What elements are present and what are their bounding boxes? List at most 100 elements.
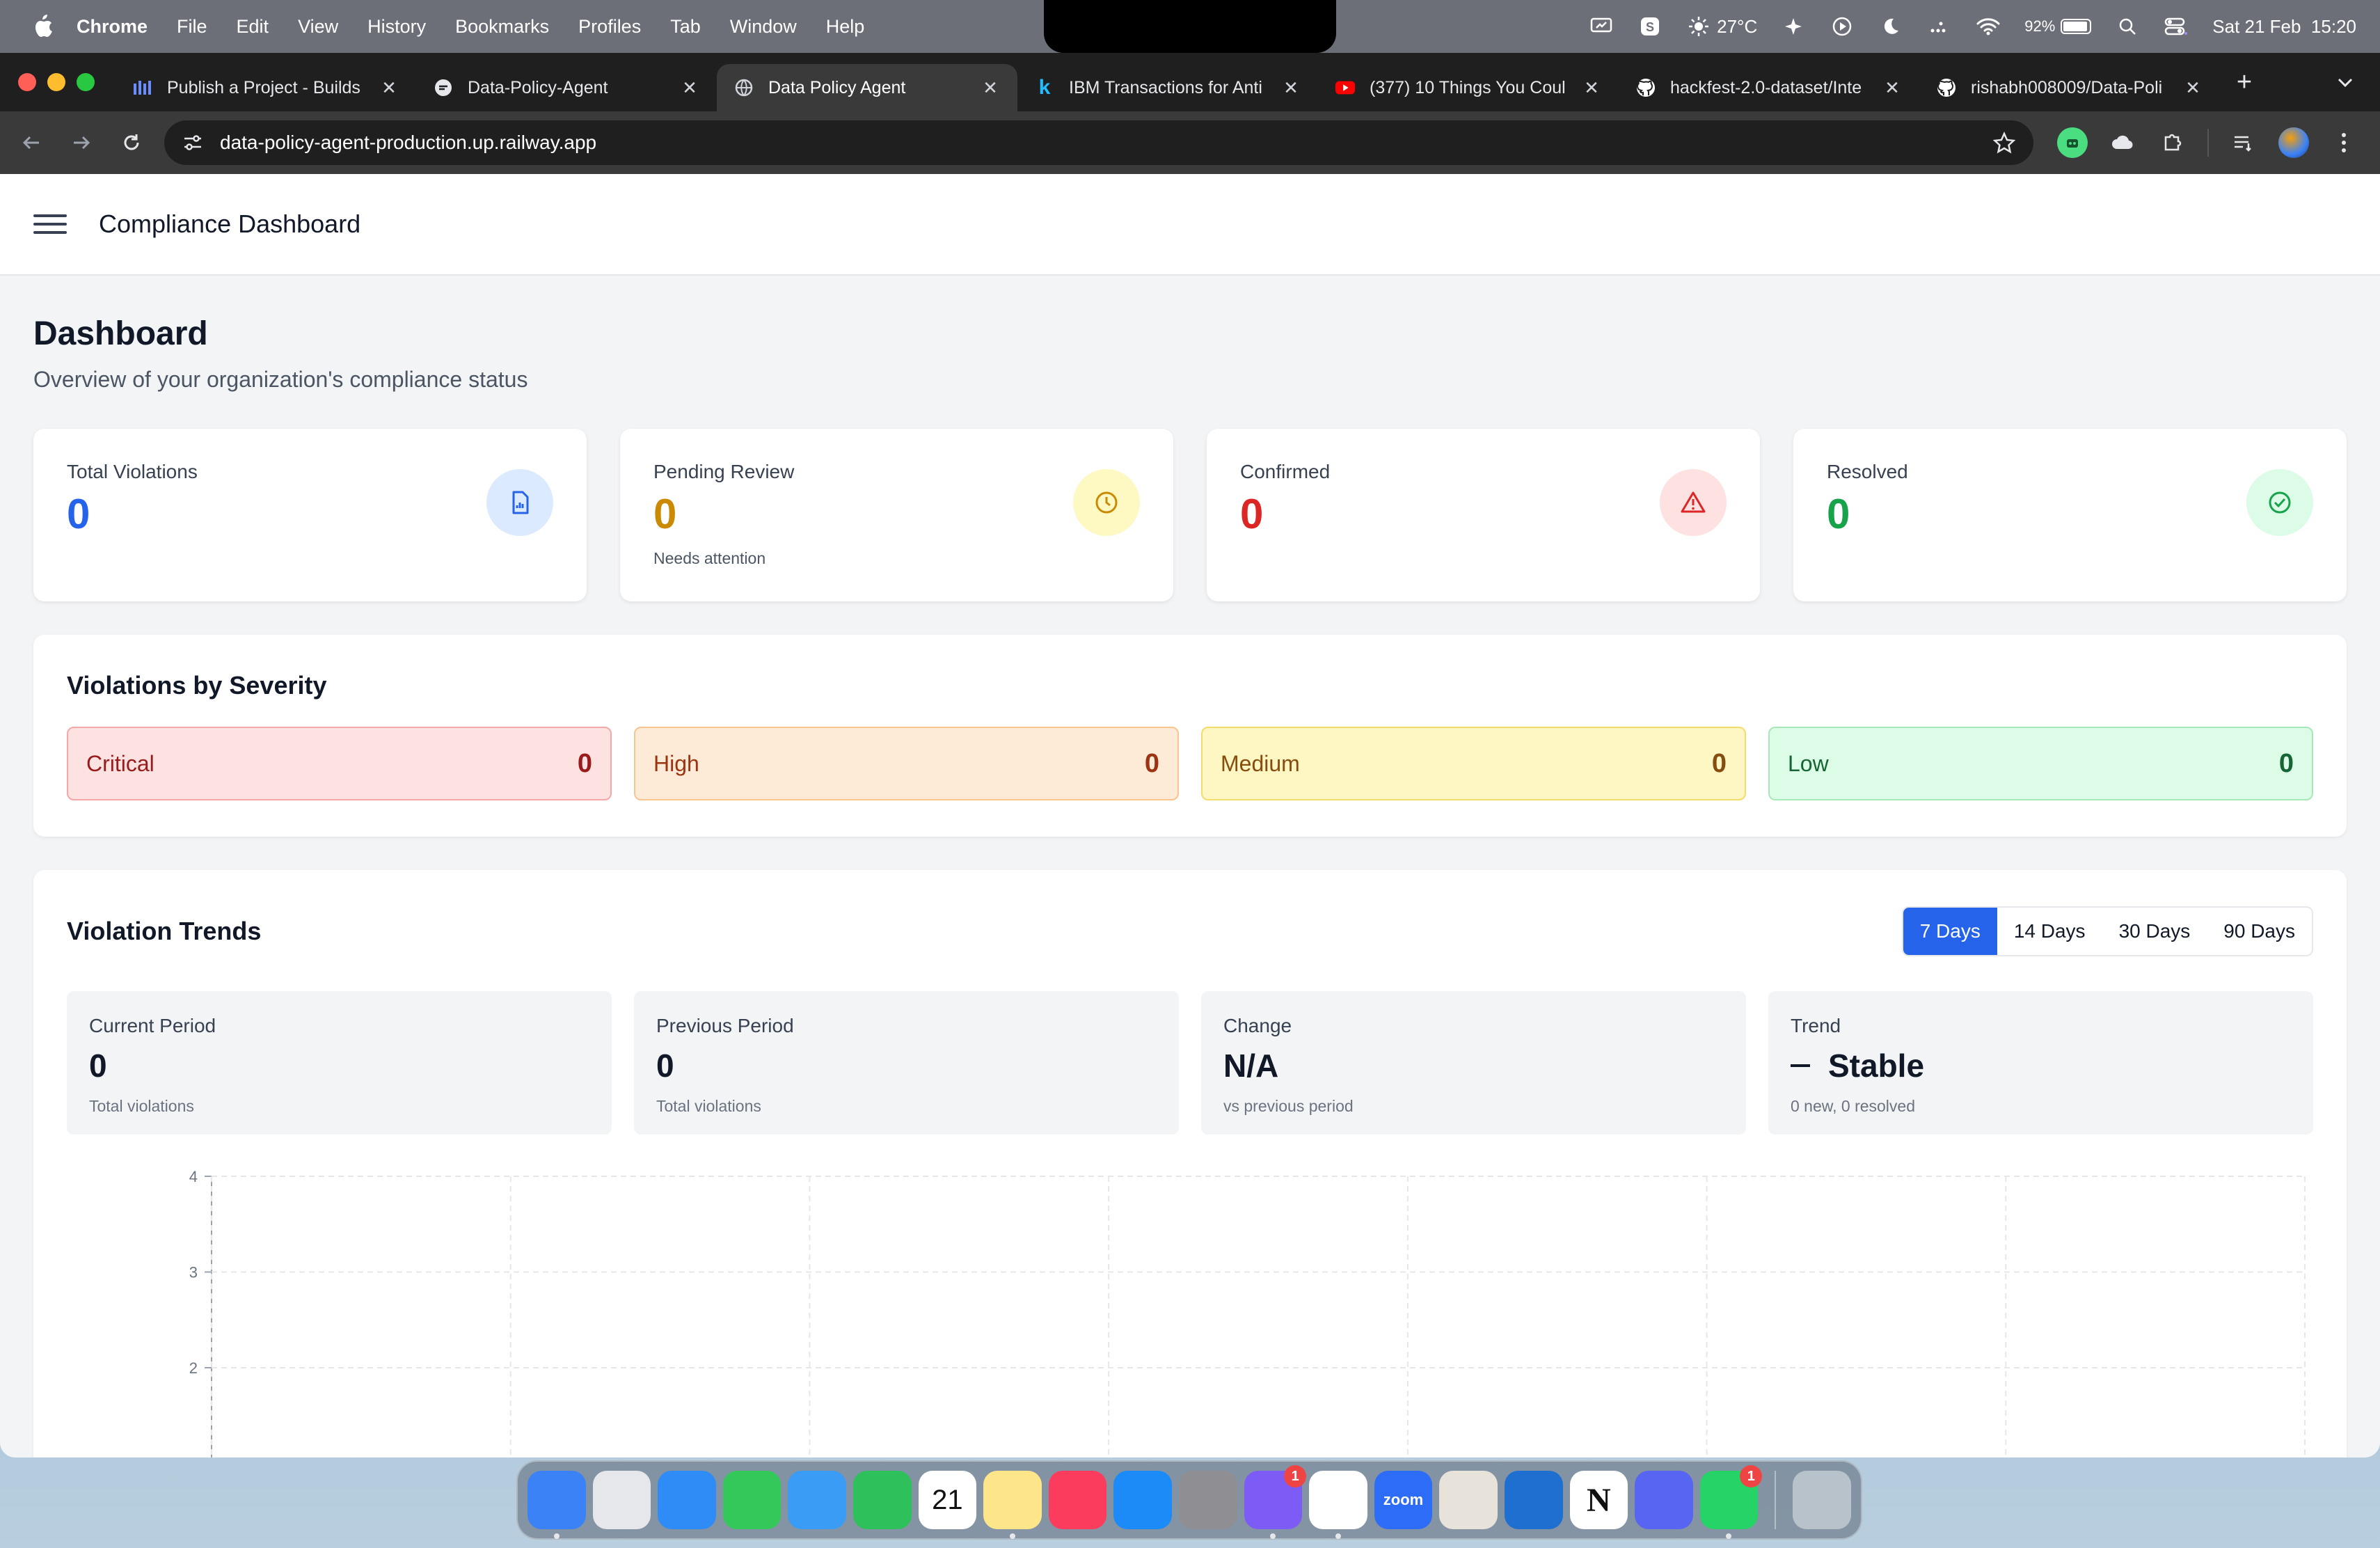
menu-window[interactable]: Window — [730, 16, 797, 38]
spotlight-search-icon[interactable] — [2115, 14, 2140, 39]
screen-mirroring-icon[interactable] — [1589, 14, 1614, 39]
card-resolved[interactable]: Resolved 0 — [1793, 429, 2347, 601]
new-tab-button[interactable]: + — [2227, 65, 2262, 100]
dots-status-icon[interactable] — [1927, 14, 1952, 39]
tab-title: Publish a Project - Builds — [167, 77, 360, 97]
weather-widget[interactable]: 27°C — [1686, 14, 1757, 39]
more-menu-icon[interactable] — [2329, 127, 2359, 158]
cloud-extension-icon[interactable] — [2107, 127, 2138, 158]
close-tab-icon[interactable]: ✕ — [379, 77, 399, 98]
skype-icon[interactable]: S — [1637, 14, 1663, 39]
dashboard-content: Dashboard Overview of your organization'… — [0, 276, 2380, 1458]
facetime-icon[interactable] — [852, 1471, 912, 1529]
menu-app-name[interactable]: Chrome — [77, 16, 148, 38]
site-settings-icon[interactable] — [181, 131, 205, 155]
card-note: Needs attention — [653, 549, 766, 567]
menu-tab[interactable]: Tab — [670, 16, 701, 38]
battery-icon — [2061, 19, 2092, 34]
running-indicator — [553, 1533, 560, 1539]
close-tab-icon[interactable]: ✕ — [1280, 77, 1301, 98]
severity-critical[interactable]: Critical 0 — [67, 727, 612, 800]
range-90-days-button[interactable]: 90 Days — [2207, 908, 2312, 955]
whatsapp-icon[interactable]: 1 — [1699, 1465, 1763, 1539]
range-7-days-button[interactable]: 7 Days — [1903, 908, 1997, 955]
forward-arrow-icon[interactable] — [64, 125, 99, 160]
close-tab-icon[interactable]: ✕ — [2182, 77, 2203, 98]
close-window-button[interactable] — [18, 73, 36, 91]
focus-moon-icon[interactable] — [1878, 14, 1903, 39]
play-circle-icon[interactable] — [1830, 14, 1855, 39]
tab-search-chevron-icon[interactable] — [2331, 68, 2359, 96]
reading-list-icon[interactable] — [2228, 127, 2259, 158]
reload-icon[interactable] — [114, 125, 149, 160]
launchpad-icon[interactable] — [592, 1471, 651, 1529]
back-arrow-icon[interactable] — [14, 125, 49, 160]
address-bar[interactable]: data-policy-agent-production.up.railway.… — [164, 120, 2033, 165]
profile-avatar[interactable] — [2278, 127, 2309, 158]
tab-ibm-transactions[interactable]: k IBM Transactions for Anti ✕ — [1017, 64, 1318, 111]
menubar-clock[interactable]: Sat 21 Feb 15:20 — [2212, 16, 2356, 38]
finder-icon[interactable] — [527, 1471, 586, 1539]
violation-trend-chart: 1 2 3 4 — [67, 1168, 2313, 1458]
check-circle-icon — [2246, 469, 2313, 536]
tab-data-policy-agent-repo[interactable]: Data-Policy-Agent ✕ — [416, 64, 717, 111]
bookmark-star-icon[interactable] — [1992, 130, 2017, 155]
tab-hackfest-dataset[interactable]: hackfest-2.0-dataset/Inte ✕ — [1619, 64, 1919, 111]
github-icon — [1635, 77, 1656, 98]
close-tab-icon[interactable]: ✕ — [1581, 77, 1602, 98]
page-title: Dashboard — [33, 315, 208, 352]
apple-logo-icon[interactable] — [26, 10, 58, 42]
calendar-icon[interactable]: 21 — [918, 1471, 977, 1529]
card-pending-review[interactable]: Pending Review 0 Needs attention — [620, 429, 1173, 601]
mail-icon[interactable] — [788, 1471, 846, 1529]
chrome-icon[interactable] — [1309, 1471, 1367, 1539]
card-confirmed[interactable]: Confirmed 0 — [1207, 429, 1760, 601]
outlook-icon[interactable] — [1504, 1471, 1563, 1529]
severity-medium[interactable]: Medium 0 — [1201, 727, 1746, 800]
menu-bookmarks[interactable]: Bookmarks — [455, 16, 549, 38]
url-text[interactable]: data-policy-agent-production.up.railway.… — [220, 132, 1992, 154]
tab-youtube[interactable]: (377) 10 Things You Coul ✕ — [1318, 64, 1619, 111]
wifi-icon[interactable] — [1976, 14, 2001, 39]
menu-history[interactable]: History — [367, 16, 426, 38]
minimize-window-button[interactable] — [47, 73, 65, 91]
range-30-days-button[interactable]: 30 Days — [2102, 908, 2207, 955]
control-center-icon[interactable] — [2164, 14, 2189, 39]
window-controls — [18, 73, 95, 91]
puzzle-extensions-icon[interactable] — [2157, 127, 2188, 158]
trends-panel: Violation Trends 7 Days 14 Days 30 Days … — [33, 870, 2347, 1458]
close-tab-icon[interactable]: ✕ — [1882, 77, 1903, 98]
app-store-icon[interactable] — [1113, 1471, 1172, 1529]
robot-extension-icon[interactable] — [2057, 127, 2088, 158]
menu-edit[interactable]: Edit — [237, 16, 269, 38]
tab-github-repo[interactable]: rishabh008009/Data-Poli ✕ — [1919, 64, 2220, 111]
close-tab-icon[interactable]: ✕ — [980, 77, 1001, 98]
card-total-violations[interactable]: Total Violations 0 — [33, 429, 587, 601]
menu-file[interactable]: File — [177, 16, 207, 38]
tab-data-policy-agent[interactable]: Data Policy Agent ✕ — [717, 64, 1017, 111]
messages-icon[interactable] — [722, 1471, 782, 1529]
discord-icon[interactable] — [1635, 1471, 1693, 1529]
severity-high[interactable]: High 0 — [634, 727, 1179, 800]
menu-help[interactable]: Help — [826, 16, 865, 38]
system-settings-icon[interactable] — [1178, 1471, 1237, 1529]
severity-low[interactable]: Low 0 — [1768, 727, 2313, 800]
ghost-app-icon[interactable]: 1 — [1244, 1465, 1307, 1539]
music-icon[interactable] — [1048, 1471, 1107, 1529]
notion-icon[interactable]: N — [1569, 1471, 1628, 1529]
sparkle-icon[interactable] — [1781, 14, 1806, 39]
menu-view[interactable]: View — [298, 16, 338, 38]
pear-app-icon[interactable] — [1439, 1471, 1498, 1529]
range-14-days-button[interactable]: 14 Days — [1997, 908, 2102, 955]
battery-indicator[interactable]: 92% — [2024, 17, 2092, 35]
close-tab-icon[interactable]: ✕ — [679, 77, 700, 98]
notes-icon[interactable] — [983, 1471, 1042, 1539]
trash-icon[interactable] — [1793, 1471, 1851, 1529]
tab-publish-project[interactable]: Publish a Project - Builds ✕ — [116, 64, 416, 111]
zoom-window-button[interactable] — [77, 73, 95, 91]
range-selector: 7 Days 14 Days 30 Days 90 Days — [1901, 906, 2313, 956]
safari-icon[interactable] — [658, 1471, 716, 1529]
menu-profiles[interactable]: Profiles — [578, 16, 641, 38]
zoom-icon[interactable]: zoom — [1374, 1471, 1433, 1529]
hamburger-menu-icon[interactable] — [33, 207, 67, 241]
